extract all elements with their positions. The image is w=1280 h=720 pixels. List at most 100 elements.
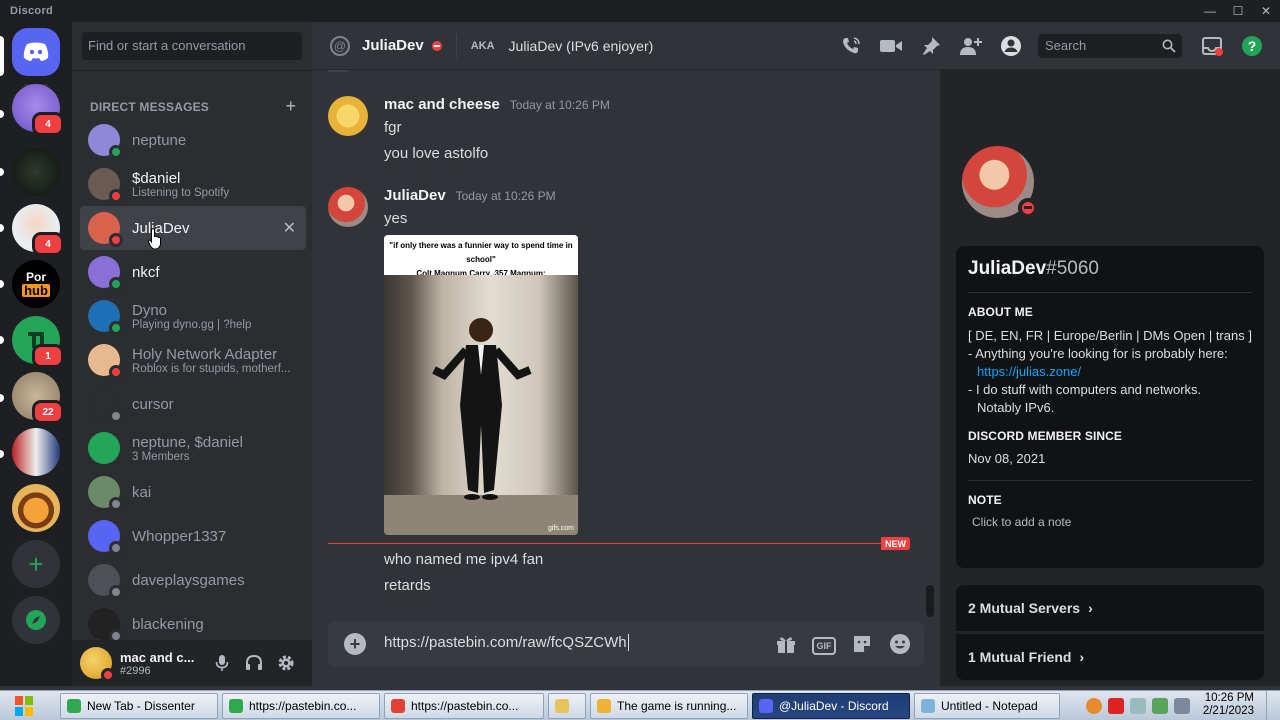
minimize-button[interactable]: —	[1196, 0, 1224, 22]
dm-item[interactable]: kai	[80, 470, 306, 514]
dm-item[interactable]: neptune, $daniel 3 Members	[80, 426, 306, 470]
emoji-button[interactable]	[888, 632, 912, 656]
server-green[interactable]: 1	[12, 316, 64, 368]
server-man[interactable]	[12, 428, 60, 476]
user-avatar[interactable]	[80, 647, 115, 682]
dm-avatar	[88, 124, 123, 159]
status-dot	[109, 365, 123, 379]
phone-icon	[843, 37, 860, 54]
taskbar-task[interactable]: New Tab - Dissenter	[60, 693, 218, 719]
show-desktop-button[interactable]	[1266, 691, 1280, 720]
pinned-messages-button[interactable]	[919, 34, 943, 58]
home-button[interactable]	[12, 28, 60, 76]
dm-name: $daniel	[132, 169, 181, 187]
meme-image-attachment[interactable]: "if only there was a funnier way to spen…	[384, 235, 578, 535]
server-peter[interactable]: 4	[12, 204, 64, 256]
taskbar-task[interactable]: @JuliaDev - Discord	[752, 693, 910, 719]
mention-badge: 1	[32, 344, 64, 368]
dm-avatar	[88, 564, 123, 599]
unread-indicator	[0, 336, 4, 344]
gift-button[interactable]	[774, 632, 798, 656]
close-window-button[interactable]: ✕	[1252, 0, 1280, 22]
task-label: https://pastebin.co...	[411, 699, 519, 713]
chat-scrollbar[interactable]	[926, 585, 934, 617]
server-hub[interactable]: Por hub	[12, 260, 60, 308]
dm-item[interactable]: nkcf	[80, 250, 306, 294]
message-author[interactable]: mac and cheese	[384, 96, 500, 113]
gif-watermark: gifs.com	[547, 525, 574, 532]
mutual-servers-button[interactable]: 2 Mutual Servers ›	[956, 585, 1264, 631]
dm-name: blackening	[132, 615, 204, 633]
dm-item[interactable]: Holy Network Adapter Roblox is for stupid…	[80, 338, 306, 382]
plus-icon: +	[28, 548, 44, 579]
taskbar-task[interactable]: https://pastebin.co...	[222, 693, 380, 719]
windows-start-icon[interactable]	[6, 693, 42, 719]
dm-name: neptune	[132, 131, 187, 149]
unread-indicator	[0, 450, 4, 458]
inbox-button[interactable]	[1200, 34, 1224, 58]
task-label: @JuliaDev - Discord	[779, 699, 889, 713]
header-actions-right: ?	[1200, 34, 1280, 58]
dm-item[interactable]: Dyno Playing dyno.gg | ?help	[80, 294, 306, 338]
upload-button[interactable]: +	[344, 633, 366, 655]
server-cat[interactable]: 22	[12, 372, 64, 424]
unread-indicator	[0, 168, 4, 176]
note-input[interactable]: Click to add a note	[968, 515, 1252, 529]
create-dm-icon[interactable]: +	[285, 96, 296, 117]
taskbar-task[interactable]: https://pastebin.co...	[384, 693, 544, 719]
mutual-friends-button[interactable]: 1 Mutual Friend ›	[956, 634, 1264, 680]
dm-item[interactable]: JuliaDev ✕	[80, 206, 306, 250]
dm-item[interactable]: cursor	[80, 382, 306, 426]
tray-volume-icon[interactable]	[1174, 698, 1190, 714]
voice-call-button[interactable]	[839, 34, 863, 58]
taskbar-clock[interactable]: 10:26 PM 2/21/2023	[1203, 692, 1254, 718]
dm-item[interactable]: Whopper1337	[80, 514, 306, 558]
message-author[interactable]: JuliaDev	[384, 187, 446, 204]
add-friends-to-dm-button[interactable]	[959, 34, 983, 58]
server-rail: 4 4 Por hub 1 22 +	[0, 22, 72, 686]
tray-flag-icon[interactable]	[1108, 698, 1124, 714]
deafen-button[interactable]	[238, 647, 270, 679]
new-messages-badge: NEW	[881, 537, 910, 550]
bio-link[interactable]: https://julias.zone/	[977, 364, 1081, 379]
taskbar-task[interactable]	[548, 693, 586, 719]
hide-user-profile-button[interactable]	[999, 34, 1023, 58]
conversation-search-input[interactable]: Find or start a conversation	[82, 32, 302, 60]
dm-name: Dyno	[132, 301, 168, 319]
user-settings-button[interactable]	[270, 647, 302, 679]
discord-logo-icon	[23, 42, 49, 61]
video-call-button[interactable]	[879, 34, 903, 58]
status-dot	[109, 233, 123, 247]
sticker-icon	[854, 636, 870, 652]
taskbar-task[interactable]: The game is running...	[590, 693, 748, 719]
unread-indicator	[0, 110, 4, 118]
tray-back-icon[interactable]	[1086, 698, 1102, 714]
explore-servers-button[interactable]	[12, 596, 60, 644]
maximize-button[interactable]: ☐	[1224, 0, 1252, 22]
dm-item[interactable]: daveplaysgames	[80, 558, 306, 602]
tray-display-icon[interactable]	[1130, 698, 1146, 714]
dm-item[interactable]: $daniel Listening to Spotify	[80, 162, 306, 206]
gif-picker-button[interactable]: GIF	[812, 632, 836, 656]
server-burger[interactable]	[12, 484, 60, 532]
server-dark[interactable]	[12, 148, 60, 196]
tray-network-icon[interactable]	[1152, 698, 1168, 714]
dm-item[interactable]: neptune	[80, 118, 306, 162]
header-username[interactable]: JuliaDev	[362, 37, 424, 54]
mute-button[interactable]	[206, 647, 238, 679]
search-icon	[1162, 39, 1176, 53]
message-avatar[interactable]	[328, 187, 368, 227]
header-actions	[839, 34, 1039, 58]
header-search-input[interactable]: Search	[1038, 34, 1182, 58]
bio-line: - I do stuff with computers and networks…	[968, 382, 1202, 397]
message-avatar[interactable]	[328, 96, 368, 136]
taskbar-task[interactable]: Untitled - Notepad	[914, 693, 1060, 719]
meme-caption-line: "if only there was a funnier way to spen…	[389, 241, 573, 264]
help-button[interactable]: ?	[1240, 34, 1264, 58]
add-server-button[interactable]: +	[12, 540, 60, 588]
sticker-button[interactable]	[850, 632, 874, 656]
message-input[interactable]: https://pastebin.com/raw/fcQSZCWh	[384, 634, 629, 651]
server-purple[interactable]: 4	[12, 84, 64, 136]
gear-icon	[278, 655, 294, 671]
close-dm-icon[interactable]: ✕	[283, 218, 296, 238]
